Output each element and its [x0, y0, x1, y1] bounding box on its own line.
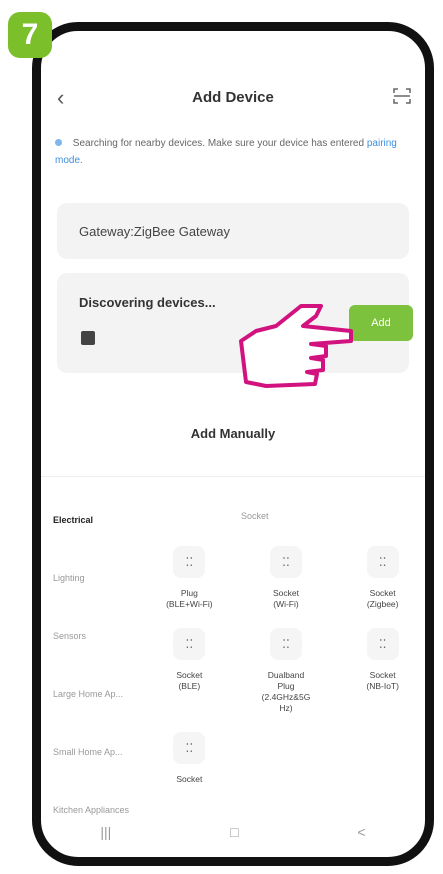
socket-icon: ⁚⁚: [366, 546, 399, 578]
section-title-socket: Socket: [241, 511, 269, 521]
device-tile-socket-nb-iot[interactable]: ⁚⁚ Socket (NB-IoT): [334, 628, 425, 714]
pairing-hint: Searching for nearby devices. Make sure …: [55, 135, 401, 169]
device-label: Socket (BLE): [176, 670, 203, 691]
top-bar: ‹ Add Device: [41, 83, 425, 113]
discovering-title: Discovering devices...: [79, 295, 216, 310]
add-manually-heading: Add Manually: [190, 426, 276, 441]
device-grid: ⁚⁚ Plug (BLE+Wi-Fi) ⁚⁚ Socket (Wi-Fi) ⁚⁚…: [141, 546, 425, 785]
sidebar-item-electrical[interactable]: Electrical: [41, 491, 141, 549]
device-tile-plug-ble-wifi[interactable]: ⁚⁚ Plug (BLE+Wi-Fi): [141, 546, 238, 610]
sidebar-item-sensors[interactable]: Sensors: [41, 607, 141, 665]
device-tile-socket-zigbee[interactable]: ⁚⁚ Socket (Zigbee): [334, 546, 425, 610]
phone-frame: ‹ Add Device Searching for nearby device…: [32, 22, 434, 866]
device-label: Plug (BLE+Wi-Fi): [166, 588, 213, 609]
device-label: Socket (Wi-Fi): [272, 588, 299, 609]
device-tile-dualband-plug[interactable]: ⁚⁚ Dualband Plug (2.4GHz&5G Hz): [238, 628, 335, 714]
device-label: Socket (Zigbee): [366, 588, 399, 609]
pointing-hand-icon: [239, 304, 353, 388]
gateway-label: Gateway:ZigBee Gateway: [79, 223, 231, 239]
scan-icon[interactable]: [393, 87, 411, 105]
device-label: Dualband Plug (2.4GHz&5G Hz): [261, 670, 311, 713]
socket-icon: ⁚⁚: [173, 732, 206, 764]
socket-icon: ⁚⁚: [173, 628, 206, 660]
device-label: Socket (NB-IoT): [366, 670, 399, 691]
socket-icon: ⁚⁚: [269, 546, 302, 578]
device-tile-socket[interactable]: ⁚⁚ Socket: [141, 732, 238, 785]
sidebar-item-large-home-appliances[interactable]: Large Home Ap...: [41, 665, 141, 723]
device-label: Socket: [176, 774, 203, 784]
category-sidebar: Electrical Lighting Sensors Large Home A…: [41, 491, 141, 839]
system-nav-bar: ||| □ <: [41, 807, 425, 857]
page-title: Add Device: [192, 89, 274, 106]
info-icon: [55, 139, 62, 146]
sidebar-item-lighting[interactable]: Lighting: [41, 549, 141, 607]
device-tile-socket-ble[interactable]: ⁚⁚ Socket (BLE): [141, 628, 238, 714]
add-button[interactable]: Add: [349, 305, 413, 341]
device-thumbnail: [81, 331, 95, 345]
socket-icon: ⁚⁚: [269, 628, 302, 660]
sidebar-item-small-home-appliances[interactable]: Small Home Ap...: [41, 723, 141, 781]
gateway-selector[interactable]: Gateway:ZigBee Gateway: [57, 203, 409, 259]
home-icon[interactable]: □: [230, 824, 238, 840]
hint-text: Searching for nearby devices. Make sure …: [72, 138, 367, 149]
device-tile-socket-wifi[interactable]: ⁚⁚ Socket (Wi-Fi): [238, 546, 335, 610]
step-badge: 7: [8, 12, 52, 58]
divider: [41, 476, 425, 477]
screen: ‹ Add Device Searching for nearby device…: [41, 31, 425, 857]
socket-icon: ⁚⁚: [173, 546, 206, 578]
socket-icon: ⁚⁚: [366, 628, 399, 660]
recent-apps-icon[interactable]: |||: [100, 824, 111, 840]
nav-back-icon[interactable]: <: [357, 824, 365, 840]
